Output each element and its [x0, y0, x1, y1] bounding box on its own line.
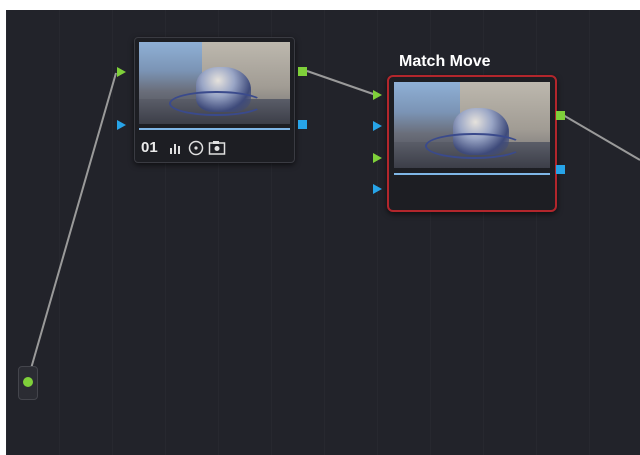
wire-node1-to-matchmove[interactable] [306, 70, 377, 96]
match-move-alpha-input-2-port[interactable] [373, 184, 382, 194]
circle-icon[interactable] [188, 140, 204, 156]
node-01-thumbnail [139, 42, 290, 124]
match-move-divider [394, 173, 550, 175]
node-01-divider [139, 128, 290, 130]
match-move-rgb-output-port[interactable] [556, 111, 565, 120]
wire-matchmove-output[interactable] [562, 114, 640, 161]
source-input-node[interactable] [18, 366, 38, 400]
match-move-rgb-input-2-port[interactable] [373, 153, 382, 163]
match-move-alpha-output-port[interactable] [556, 165, 565, 174]
match-move-node[interactable] [387, 75, 557, 212]
match-move-rgb-input-port[interactable] [373, 90, 382, 100]
node-01[interactable]: 01 [134, 37, 295, 163]
match-move-alpha-input-port[interactable] [373, 121, 382, 131]
match-move-thumbnail [394, 82, 550, 168]
node-number: 01 [141, 139, 158, 156]
source-output-port[interactable] [23, 377, 33, 387]
node-01-rgb-input-port[interactable] [117, 67, 126, 77]
node-01-alpha-output-port[interactable] [298, 120, 307, 129]
node-01-alpha-input-port[interactable] [117, 120, 126, 130]
node-editor-canvas[interactable]: 01 Match Move [6, 10, 640, 455]
camera-icon[interactable] [208, 140, 226, 156]
histogram-icon[interactable] [169, 141, 183, 155]
node-label: Match Move [399, 53, 491, 70]
node-01-rgb-output-port[interactable] [298, 67, 307, 76]
wire-source-to-node1[interactable] [27, 72, 117, 380]
